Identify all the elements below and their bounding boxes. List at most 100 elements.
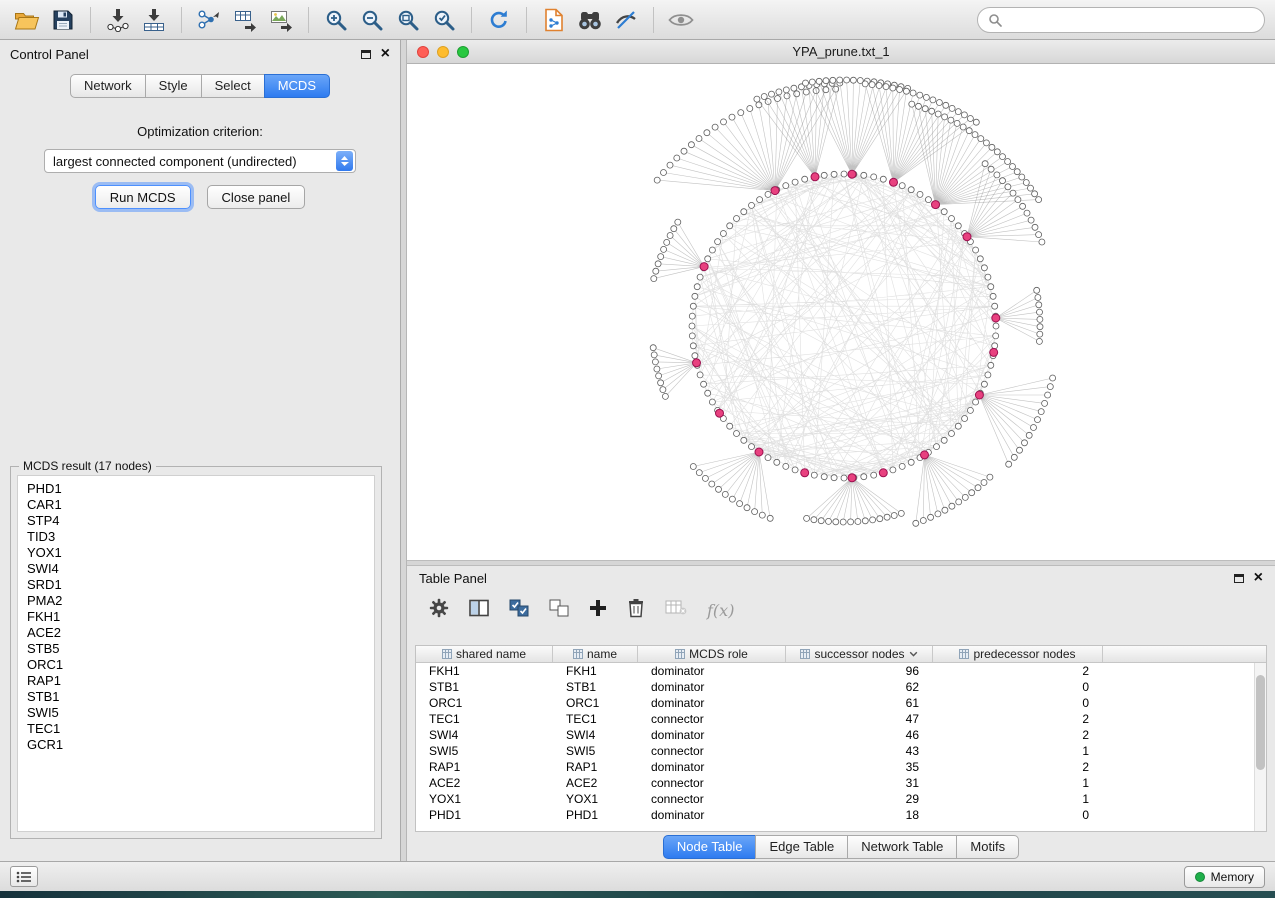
graph-ring-node[interactable]	[988, 362, 994, 368]
graph-ring-node[interactable]	[955, 223, 961, 229]
graph-leaf-node[interactable]	[936, 100, 942, 106]
graph-ring-node[interactable]	[720, 231, 726, 237]
graph-ring-node[interactable]	[697, 372, 703, 378]
graph-hub-node[interactable]	[992, 314, 1000, 322]
graph-leaf-node[interactable]	[1050, 375, 1056, 381]
close-mcds-panel-button[interactable]: Close panel	[207, 185, 306, 209]
tab-mcds[interactable]: MCDS	[264, 74, 330, 98]
table-settings-button[interactable]	[429, 598, 449, 623]
mcds-result-item[interactable]: SWI5	[27, 705, 365, 721]
mcds-result-item[interactable]: TEC1	[27, 721, 365, 737]
mcds-result-item[interactable]: STB5	[27, 641, 365, 657]
graph-leaf-node[interactable]	[818, 518, 824, 524]
graph-ring-node[interactable]	[792, 179, 798, 185]
graph-hub-node[interactable]	[990, 348, 998, 356]
graph-hub-node[interactable]	[921, 451, 929, 459]
graph-ring-node[interactable]	[783, 463, 789, 469]
graph-ring-node[interactable]	[765, 191, 771, 197]
mcds-result-item[interactable]: GCR1	[27, 737, 365, 753]
graph-ring-node[interactable]	[908, 187, 914, 193]
graph-ring-node[interactable]	[689, 313, 695, 319]
graph-leaf-node[interactable]	[1014, 169, 1020, 175]
zoom-fit-button[interactable]	[391, 4, 425, 36]
graph-ring-node[interactable]	[941, 437, 947, 443]
graph-leaf-node[interactable]	[960, 124, 966, 130]
graph-leaf-node[interactable]	[737, 501, 743, 507]
graph-leaf-node[interactable]	[702, 475, 708, 481]
graph-leaf-node[interactable]	[783, 87, 789, 93]
run-mcds-button[interactable]: Run MCDS	[95, 185, 191, 209]
table-row[interactable]: ORC1ORC1dominator610	[416, 695, 1266, 711]
graph-leaf-node[interactable]	[658, 380, 664, 386]
graph-leaf-node[interactable]	[967, 116, 973, 122]
graph-leaf-node[interactable]	[844, 77, 850, 83]
graph-leaf-node[interactable]	[1010, 164, 1016, 170]
graph-leaf-node[interactable]	[1022, 440, 1028, 446]
graph-leaf-node[interactable]	[661, 246, 667, 252]
graph-leaf-node[interactable]	[955, 109, 961, 115]
graph-ring-node[interactable]	[861, 474, 867, 480]
graph-ring-node[interactable]	[734, 431, 740, 437]
graph-leaf-node[interactable]	[1024, 210, 1030, 216]
graph-leaf-node[interactable]	[1023, 180, 1029, 186]
graph-leaf-node[interactable]	[655, 261, 661, 267]
import-network-button[interactable]	[101, 4, 135, 36]
show-hide-button[interactable]	[664, 4, 698, 36]
tab-network-table[interactable]: Network Table	[847, 835, 957, 859]
mcds-result-item[interactable]: YOX1	[27, 545, 365, 561]
graph-ring-node[interactable]	[727, 423, 733, 429]
window-minimize-button[interactable]	[437, 46, 449, 58]
graph-leaf-node[interactable]	[850, 77, 856, 83]
graph-leaf-node[interactable]	[930, 97, 936, 103]
graph-leaf-node[interactable]	[1026, 432, 1032, 438]
graph-leaf-node[interactable]	[956, 499, 962, 505]
tab-select[interactable]: Select	[201, 74, 265, 98]
optimization-criterion-select[interactable]: largest connected component (undirected)	[44, 149, 356, 173]
mcds-result-item[interactable]: ACE2	[27, 625, 365, 641]
graph-leaf-node[interactable]	[769, 91, 775, 97]
graph-ring-node[interactable]	[694, 284, 700, 290]
graph-leaf-node[interactable]	[1042, 400, 1048, 406]
graph-ring-node[interactable]	[692, 293, 698, 299]
memory-button[interactable]: Memory	[1184, 866, 1265, 888]
graph-hub-node[interactable]	[975, 391, 983, 399]
graph-ring-node[interactable]	[955, 423, 961, 429]
graph-leaf-node[interactable]	[994, 149, 1000, 155]
graph-leaf-node[interactable]	[1034, 287, 1040, 293]
zoom-out-button[interactable]	[355, 4, 389, 36]
graph-ring-node[interactable]	[783, 183, 789, 189]
tab-motifs[interactable]: Motifs	[956, 835, 1019, 859]
mcds-result-item[interactable]: PHD1	[27, 481, 365, 497]
graph-leaf-node[interactable]	[943, 102, 949, 108]
graph-leaf-node[interactable]	[1005, 184, 1011, 190]
tab-network[interactable]: Network	[70, 74, 146, 98]
table-row[interactable]: PHD1PHD1dominator180	[416, 807, 1266, 823]
graph-leaf-node[interactable]	[1037, 324, 1043, 330]
graph-leaf-node[interactable]	[862, 81, 868, 87]
graph-hub-node[interactable]	[700, 263, 708, 271]
graph-hub-node[interactable]	[963, 233, 971, 241]
graph-leaf-node[interactable]	[803, 89, 809, 95]
graph-leaf-node[interactable]	[674, 155, 680, 161]
graph-ring-node[interactable]	[973, 247, 979, 253]
graph-leaf-node[interactable]	[721, 119, 727, 125]
graph-leaf-node[interactable]	[1019, 174, 1025, 180]
zoom-in-button[interactable]	[319, 4, 353, 36]
graph-ring-node[interactable]	[692, 353, 698, 359]
graph-leaf-node[interactable]	[696, 470, 702, 476]
graph-leaf-node[interactable]	[716, 486, 722, 492]
graph-leaf-node[interactable]	[1036, 338, 1042, 344]
search-input[interactable]	[1008, 12, 1254, 27]
graph-hub-node[interactable]	[890, 178, 898, 186]
graph-ring-node[interactable]	[709, 399, 715, 405]
float-panel-button[interactable]	[361, 50, 371, 59]
graph-leaf-node[interactable]	[935, 511, 941, 517]
share-document-button[interactable]	[537, 4, 571, 36]
graph-leaf-node[interactable]	[704, 130, 710, 136]
window-close-button[interactable]	[417, 46, 429, 58]
graph-ring-node[interactable]	[821, 474, 827, 480]
graph-hub-node[interactable]	[755, 448, 763, 456]
graph-leaf-node[interactable]	[729, 114, 735, 120]
graph-leaf-node[interactable]	[988, 166, 994, 172]
graph-leaf-node[interactable]	[776, 89, 782, 95]
